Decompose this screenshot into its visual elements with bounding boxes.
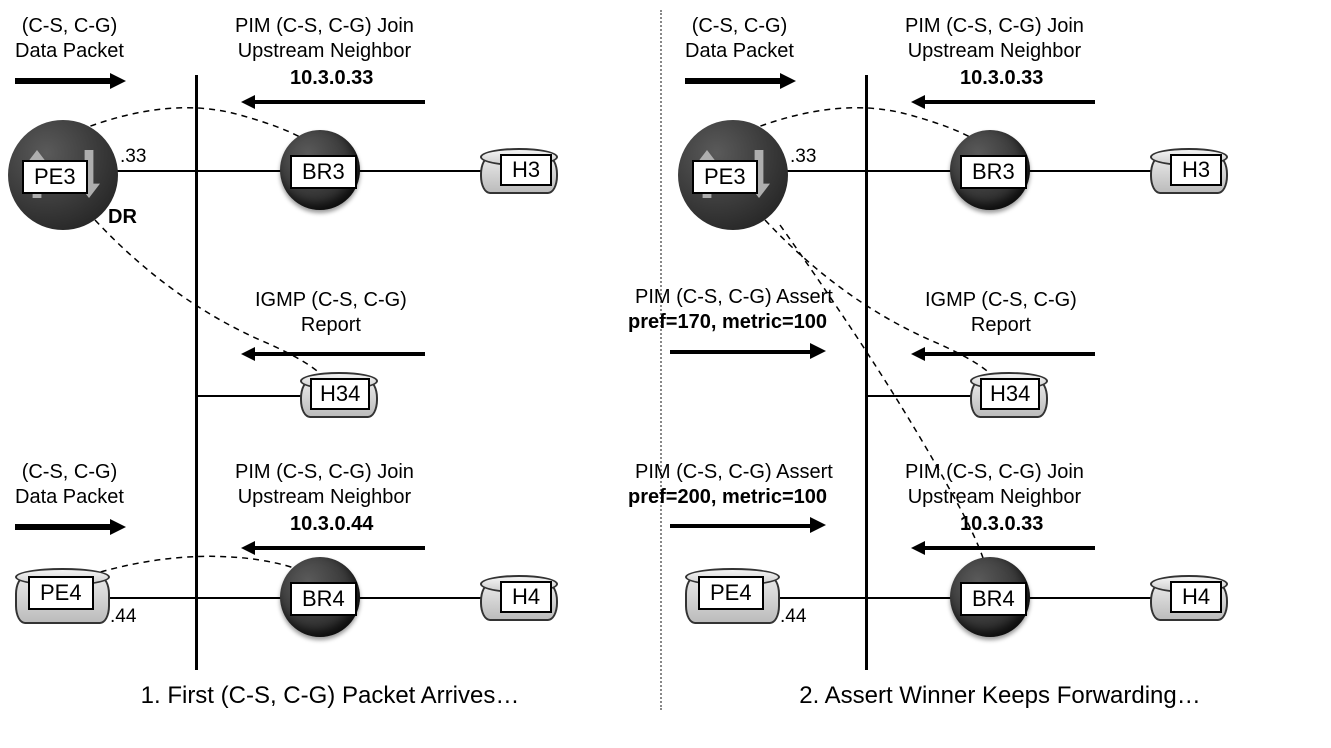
pe4-assert-val: pref=200, metric=100 [628,485,827,510]
pe3-assert-val: pref=170, metric=100 [628,310,827,335]
pe4-link [105,597,195,599]
panel2-caption: 2. Assert Winner Keeps Forwarding… [670,682,1330,710]
br3-join-ip: 10.3.0.33 [960,66,1043,91]
panel-step-1: (C-S, C-G) Data Packet PE3 .33 DR PIM (C… [0,0,660,720]
pe4-assert-arrow [670,524,810,528]
pe4-ip: .44 [110,605,136,629]
pe3-assert-arrow [670,350,810,354]
br4-join-text: PIM (C-S, C-G) Join Upstream Neighbor [235,460,414,510]
br3-join-arrow [255,100,425,104]
pe4-data-arrow [15,524,110,530]
h4-label: H4 [500,581,552,613]
lan-bus [195,75,198,670]
pe3-assert-text: PIM (C-S, C-G) Assert [635,285,833,310]
pe3-packet-label: (C-S, C-G) Data Packet [15,14,124,64]
br3-join-ip: 10.3.0.33 [290,66,373,91]
br4-join-ip: 10.3.0.44 [290,512,373,537]
pe3-ip: .33 [790,145,816,169]
br4-label: BR4 [290,582,357,616]
panel1-caption: 1. First (C-S, C-G) Packet Arrives… [0,682,660,710]
pe3-packet-label: (C-S, C-G) Data Packet [685,14,794,64]
pe3-dr-label: DR [108,205,137,230]
br3-join-text: PIM (C-S, C-G) Join Upstream Neighbor [235,14,414,64]
pe3-data-arrow [15,78,110,84]
h34-label: H34 [310,378,370,410]
pe4-label: PE4 [698,576,764,610]
h3-label: H3 [1170,154,1222,186]
vertical-divider [660,10,662,710]
pe3-data-arrow [685,78,780,84]
igmp-arrow [255,352,425,356]
br4-label: BR4 [960,582,1027,616]
pe3-link [110,170,195,172]
pe4-packet-label: (C-S, C-G) Data Packet [15,460,124,510]
br3-join-text: PIM (C-S, C-G) Join Upstream Neighbor [905,14,1084,64]
panel-step-2: (C-S, C-G) Data Packet PE3 .33 PIM (C-S,… [670,0,1330,720]
pe3-label: PE3 [692,160,758,194]
pe4-assert-text: PIM (C-S, C-G) Assert [635,460,833,485]
pe4-ip: .44 [780,605,806,629]
br4-join-arrow [255,546,425,550]
h34-label: H34 [980,378,1040,410]
br4-join-ip: 10.3.0.33 [960,512,1043,537]
h3-label: H3 [500,154,552,186]
br4-join-arrow [925,546,1095,550]
br3-label: BR3 [960,155,1027,189]
pe4-label: PE4 [28,576,94,610]
pe3-ip: .33 [120,145,146,169]
pe3-link [780,170,865,172]
br3-label: BR3 [290,155,357,189]
igmp-arrow [925,352,1095,356]
pe4-link [775,597,865,599]
pe3-label: PE3 [22,160,88,194]
br4-join-text: PIM (C-S, C-G) Join Upstream Neighbor [905,460,1084,510]
igmp-text: IGMP (C-S, C-G) Report [925,288,1077,338]
igmp-text: IGMP (C-S, C-G) Report [255,288,407,338]
br3-join-arrow [925,100,1095,104]
h4-label: H4 [1170,581,1222,613]
lan-bus [865,75,868,670]
